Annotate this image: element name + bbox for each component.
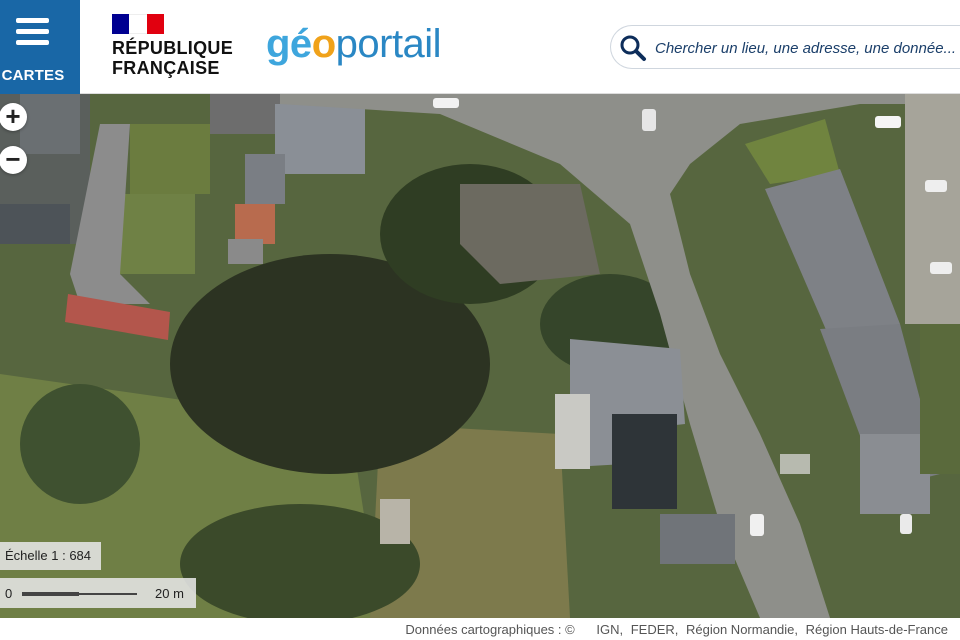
republic-line1: RÉPUBLIQUE bbox=[112, 38, 234, 58]
republique-francaise-logo[interactable]: RÉPUBLIQUE FRANÇAISE bbox=[112, 14, 242, 78]
map-view[interactable]: + − bbox=[0, 94, 960, 618]
app-header: CARTES RÉPUBLIQUE FRANÇAISE géoportail bbox=[0, 0, 960, 94]
attribution-bar: Données cartographiques : © IGN, FEDER, … bbox=[0, 618, 960, 640]
brand-part2: o bbox=[311, 22, 336, 66]
attribution-source[interactable]: Région Normandie, bbox=[686, 622, 798, 637]
zoom-out-button[interactable]: − bbox=[0, 146, 27, 174]
scale-label: Échelle 1 : 684 bbox=[0, 542, 102, 570]
search-icon[interactable] bbox=[619, 34, 647, 62]
cartes-menu-button[interactable]: CARTES bbox=[0, 0, 80, 94]
hamburger-icon bbox=[16, 18, 49, 51]
scale-bar: 0 20 m bbox=[0, 578, 196, 608]
scale-start: 0 bbox=[5, 586, 13, 601]
brand-part3: portail bbox=[335, 22, 442, 66]
search-box bbox=[610, 25, 960, 69]
menu-label: CARTES bbox=[1, 67, 65, 84]
geoportail-logo[interactable]: géoportail bbox=[266, 22, 442, 67]
attribution-source[interactable]: Région Hauts-de-France bbox=[806, 622, 948, 637]
attribution-source[interactable]: FEDER, bbox=[631, 622, 679, 637]
search-input[interactable] bbox=[655, 34, 960, 62]
brand-part1: gé bbox=[266, 22, 312, 66]
french-flag-icon bbox=[112, 14, 164, 34]
scale-line bbox=[22, 592, 137, 596]
attribution-prefix: Données cartographiques : © bbox=[405, 622, 575, 637]
aerial-imagery[interactable] bbox=[0, 94, 960, 618]
attribution-source[interactable]: IGN, bbox=[596, 622, 623, 637]
zoom-in-button[interactable]: + bbox=[0, 103, 27, 131]
republic-line2: FRANÇAISE bbox=[112, 58, 220, 78]
scale-end: 20 m bbox=[155, 586, 184, 601]
